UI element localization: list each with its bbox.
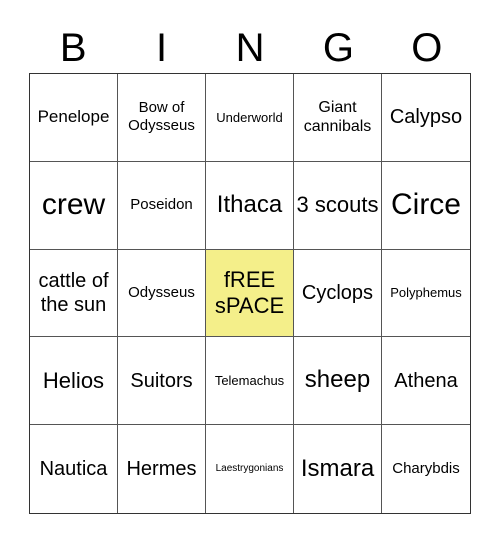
cell-label: Telemachus <box>214 372 285 388</box>
cell-label: crew <box>41 188 106 222</box>
cell-label: Ithaca <box>216 190 283 218</box>
bingo-cell[interactable]: Polyphemus <box>382 250 470 338</box>
bingo-cell[interactable]: Odysseus <box>118 249 206 338</box>
cell-label: Ismara <box>300 454 375 482</box>
cell-label: Poseidon <box>130 196 193 214</box>
cell-label: Polyphemus <box>390 285 462 301</box>
cell-label: Suitors <box>130 369 193 392</box>
bingo-cell[interactable]: sheep <box>294 337 382 426</box>
bingo-cell[interactable]: Underworld <box>206 74 294 162</box>
cell-label: fREE sPACE <box>214 266 285 318</box>
cell-label: Helios <box>42 367 105 393</box>
cell-label: cattle of the sun <box>38 269 109 316</box>
bingo-cell[interactable]: Charybdis <box>382 425 470 513</box>
bingo-cell[interactable]: Penelope <box>30 74 118 162</box>
cell-label: Calypso <box>389 106 463 129</box>
bingo-grid: Penelope Bow of Odysseus Underworld Giant c… <box>29 73 471 514</box>
bingo-cell[interactable]: Laestrygonians <box>206 425 294 513</box>
cell-label: 3 scouts <box>296 192 379 217</box>
cell-label: Cyclops <box>301 281 374 304</box>
bingo-cell[interactable]: Ithaca <box>206 161 294 250</box>
bingo-cell[interactable]: Suitors <box>118 337 206 426</box>
bingo-cell[interactable]: Helios <box>30 337 118 426</box>
bingo-cell[interactable]: Calypso <box>382 74 470 162</box>
cell-label: Bow of Odysseus <box>128 99 195 135</box>
bingo-cell[interactable]: Telemachus <box>206 337 294 426</box>
cell-label: Athena <box>394 369 458 392</box>
cell-label: Nautica <box>39 458 108 481</box>
cell-label: sheep <box>304 366 371 394</box>
bingo-cell[interactable]: Hermes <box>118 425 206 513</box>
bingo-cell[interactable]: Cyclops <box>294 249 382 338</box>
bingo-cell[interactable]: cattle of the sun <box>30 249 118 338</box>
bingo-cell[interactable]: Bow of Odysseus <box>118 74 206 162</box>
bingo-header: B I N G O <box>29 22 471 74</box>
cell-label: Underworld <box>216 109 283 125</box>
header-letter-g: G <box>322 26 354 70</box>
bingo-cell[interactable]: Athena <box>382 337 470 426</box>
header-letter-n: N <box>235 26 265 70</box>
header-letter-i: I <box>156 26 168 70</box>
cell-label: Hermes <box>126 458 197 481</box>
bingo-cell[interactable]: Ismara <box>294 425 382 513</box>
bingo-cell[interactable]: Circe <box>382 162 470 250</box>
cell-label: Giant cannibals <box>303 99 372 136</box>
header-letter-o: O <box>411 26 443 70</box>
free-space-cell[interactable]: fREE sPACE <box>206 249 294 338</box>
cell-label: Odysseus <box>128 283 195 301</box>
bingo-cell[interactable]: Poseidon <box>118 161 206 250</box>
cell-label: Charybdis <box>392 460 460 478</box>
cell-label: Penelope <box>37 107 110 127</box>
bingo-cell[interactable]: Nautica <box>30 425 118 513</box>
bingo-cell[interactable]: 3 scouts <box>294 161 382 250</box>
cell-label: Circe <box>390 188 461 222</box>
bingo-cell[interactable]: Giant cannibals <box>294 74 382 162</box>
cell-label: Laestrygonians <box>215 463 284 475</box>
header-letter-b: B <box>59 26 87 70</box>
bingo-cell[interactable]: crew <box>30 161 118 250</box>
